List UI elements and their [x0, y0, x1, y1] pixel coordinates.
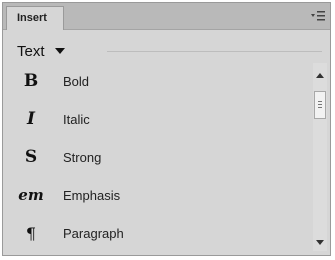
scroll-up-icon[interactable]	[316, 73, 324, 78]
list-item-italic[interactable]: I Italic	[3, 105, 303, 133]
bold-icon: B	[23, 71, 39, 91]
list-item-bold[interactable]: B Bold	[3, 67, 303, 95]
list-item-label: Emphasis	[63, 187, 121, 203]
insert-panel: Insert Text B Bold I Italic S Strong em …	[2, 2, 331, 256]
list-item-paragraph[interactable]: ¶ Paragraph	[3, 219, 303, 247]
category-label: Text	[17, 42, 45, 60]
list-item-label: Paragraph	[63, 225, 124, 241]
vertical-scrollbar[interactable]	[313, 63, 327, 251]
divider	[107, 51, 322, 52]
scroll-down-icon[interactable]	[316, 240, 324, 245]
panel-tab-bar: Insert	[3, 3, 330, 30]
tab-insert[interactable]: Insert	[6, 6, 64, 30]
paragraph-icon: ¶	[25, 223, 37, 243]
list-item-label: Strong	[63, 149, 102, 165]
list-item-label: Italic	[63, 111, 90, 127]
italic-icon: I	[27, 109, 35, 129]
chevron-down-icon	[54, 48, 65, 54]
category-dropdown[interactable]: Text	[17, 41, 65, 61]
grip-line	[318, 104, 322, 105]
list-item-emphasis[interactable]: em Emphasis	[3, 181, 303, 209]
grip-line	[318, 107, 322, 108]
list-item-label: Bold	[63, 73, 90, 89]
emphasis-icon: em	[18, 186, 44, 204]
insert-items-list: B Bold I Italic S Strong em Emphasis ¶ P…	[3, 67, 309, 255]
panel-menu-icon[interactable]	[310, 10, 326, 22]
scrollbar-thumb[interactable]	[314, 91, 326, 119]
list-item-strong[interactable]: S Strong	[3, 143, 303, 171]
strong-icon: S	[24, 147, 38, 167]
grip-line	[318, 101, 322, 102]
